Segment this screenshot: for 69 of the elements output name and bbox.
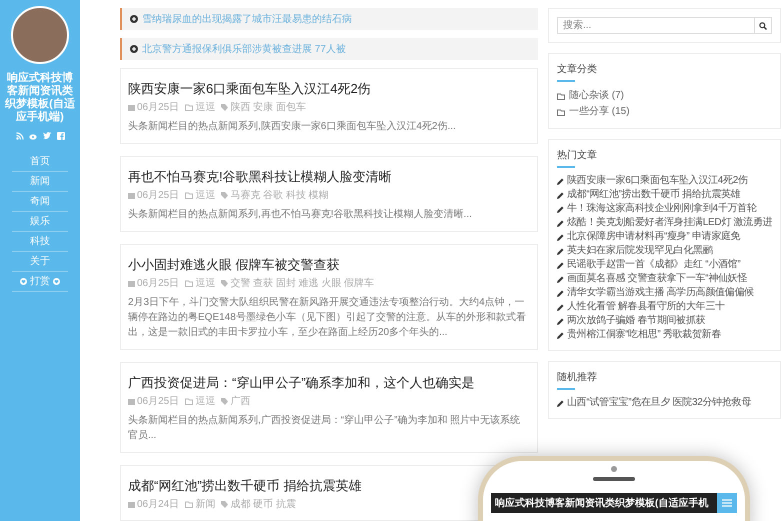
article-link[interactable]: 英夫妇在家后院发现罕见白化黑鹂	[557, 244, 772, 258]
article-title[interactable]: 再也不怕马赛克!谷歌黑科技让模糊人脸变清晰	[128, 169, 392, 185]
article-excerpt: 头条新闻栏目的热点新闻系列,广西投资促进局：“穿山甲公子”确为李加和 照片中无该系统官员...	[128, 414, 522, 443]
article-link[interactable]: 画面莫名喜感 交警查获拿下一车“神仙妖怪	[557, 272, 772, 286]
article-excerpt: 头条新闻栏目的热点新闻系列,再也不怕马赛克!谷歌黑科技让模糊人脸变清晰...	[128, 208, 473, 222]
article-link[interactable]: 陕西安康一家6口乘面包车坠入汉江4死2伤	[557, 174, 772, 188]
site-title: 响应式科技博客新闻资讯类织梦模板(自适应手机端)	[4, 72, 76, 124]
article-title[interactable]: 小小固封难逃火眼 假牌车被交警查获	[128, 257, 340, 273]
article-link[interactable]: 牛！珠海这家高科技企业刚刚拿到4千万首轮	[557, 202, 772, 216]
title-underline	[557, 388, 575, 390]
article-link[interactable]: 两次放鸽子骗婚 春节期间被抓获	[557, 314, 772, 328]
menu-icon	[722, 499, 732, 507]
tag-icon	[221, 398, 228, 405]
article-link[interactable]: 民谣歌手赵雷一首《成都》走红 “小酒馆”	[557, 258, 772, 272]
article-title[interactable]: 广西投资促进局：“穿山甲公子”确系李加和，这个人也确实是	[128, 375, 475, 391]
tag-list: 成都 硬币 抗震	[230, 498, 296, 511]
category-link[interactable]: 一些分享 (15)	[557, 104, 772, 120]
post-date: 06月25日	[137, 101, 180, 114]
facebook-icon[interactable]	[56, 132, 64, 140]
folder-icon	[185, 104, 194, 111]
folder-icon	[557, 108, 565, 116]
post-date: 06月25日	[137, 395, 180, 408]
tag-icon	[221, 501, 228, 508]
folder-icon	[557, 92, 565, 100]
widget-title: 热门文章	[557, 150, 598, 162]
widget-title: 文章分类	[557, 64, 598, 76]
search-icon	[759, 22, 767, 30]
folder-icon	[185, 398, 194, 405]
plus-circle-icon	[130, 45, 138, 53]
article-title[interactable]: 陕西安康一家6口乘面包车坠入汉江4死2伤	[128, 81, 371, 97]
donate-icon	[20, 278, 27, 285]
title-underline	[557, 80, 575, 82]
article-link[interactable]: 人性化看管 解春县看守所的大年三十	[557, 300, 772, 314]
pencil-icon	[557, 400, 564, 406]
tag-list: 广西	[230, 395, 250, 408]
speaker-icon	[593, 477, 635, 481]
tag-icon	[221, 104, 228, 111]
camera-icon	[611, 466, 617, 472]
plus-circle-icon	[130, 15, 138, 23]
phone-site-title: 响应式科技博客新闻资讯类织梦模板(自适应手机	[494, 496, 708, 510]
article-link[interactable]: 山西“试管宝宝”危在旦夕 医院32分钟抢救母	[557, 396, 772, 410]
rss-icon[interactable]	[16, 132, 24, 140]
search-field[interactable]: 搜索...	[557, 17, 755, 34]
menu-button[interactable]	[717, 493, 737, 513]
twitter-icon[interactable]	[42, 132, 52, 140]
tag-list: 交警 查获 固封 难逃 火眼 假牌车	[230, 277, 374, 290]
article-link[interactable]: 成都“网红池”捞出数千硬币 捐给抗震英雄	[557, 188, 772, 202]
article-link[interactable]: 北京保障房申请材料再“瘦身” 申请家庭免	[557, 230, 772, 244]
tag-list: 陕西 安康 面包车	[230, 101, 306, 114]
article-link[interactable]: 炫酷！美克划船爱好者浑身挂满LED灯 激流勇进	[557, 216, 772, 230]
article-title[interactable]: 成都“网红池”捞出数千硬币 捐给抗震英雄	[128, 478, 362, 494]
widget-title: 随机推荐	[557, 372, 598, 384]
folder-icon	[185, 280, 194, 287]
tag-list: 马赛克 谷歌 科技 模糊	[230, 189, 329, 202]
article-link[interactable]: 清华女学霸当游戏主播 高学历高颜值偏偏候	[557, 286, 772, 300]
folder-icon	[185, 192, 194, 199]
tag-icon	[221, 192, 228, 199]
donate-icon	[53, 278, 60, 285]
article-excerpt: 头条新闻栏目的热点新闻系列,陕西安康一家6口乘面包车坠入汉江4死2伤...	[128, 120, 457, 134]
article-excerpt: 2月3日下午，斗门交警大队组织民警在新风路开展交通违法专项整治行动。大约4点钟，一辆停在路边的粤EQE148号墨绿色小车（见下图）引起了交警的注意。从车的外形和款式看出，这是一款旧式的丰田卡罗拉小车，至少在路面上经历20多个年头的...	[128, 296, 527, 340]
post-date: 06月25日	[137, 189, 180, 202]
article-link[interactable]: 贵州榕江侗寨“吃相思” 秀歌裁贺新春	[557, 328, 772, 342]
post-date: 06月24日	[137, 498, 180, 511]
search-button[interactable]	[755, 17, 772, 34]
tag-icon	[221, 280, 228, 287]
post-date: 06月25日	[137, 277, 180, 290]
folder-icon	[185, 501, 194, 508]
title-underline	[557, 166, 575, 168]
category-link[interactable]: 随心杂谈 (7)	[557, 88, 772, 104]
